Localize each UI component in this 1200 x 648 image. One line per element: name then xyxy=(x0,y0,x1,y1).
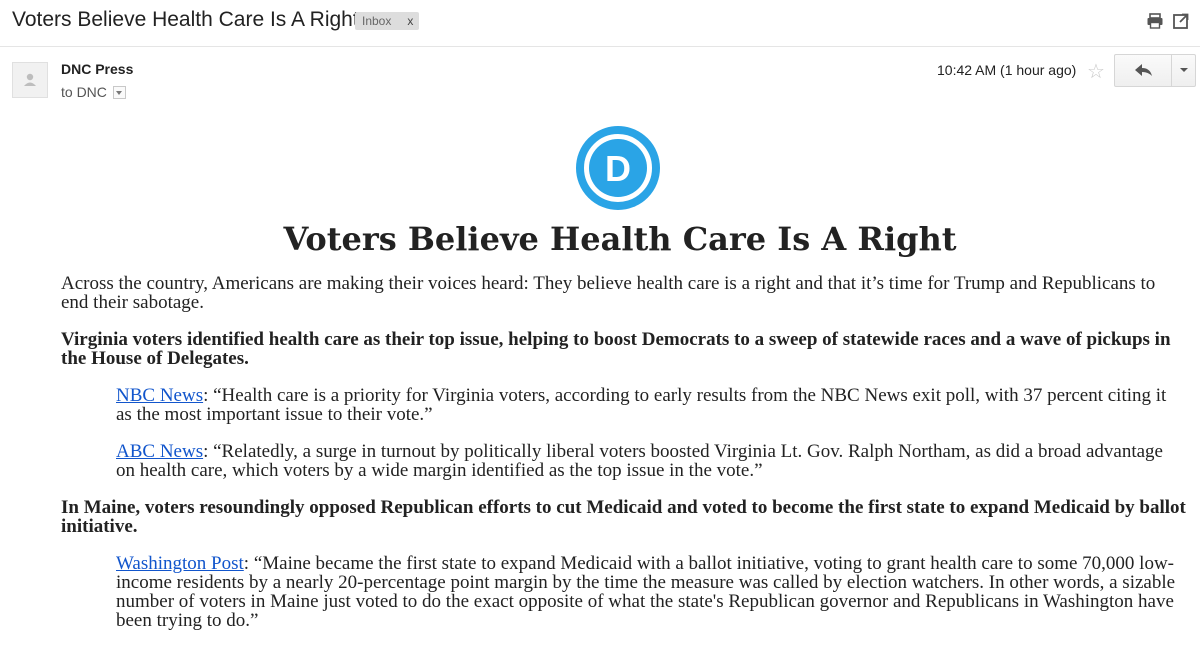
message-header: DNC Press to DNC 10:42 AM (1 hour ago) ☆ xyxy=(0,52,1200,112)
recipient-text: to DNC xyxy=(61,84,107,100)
quote-text: : “Relatedly, a surge in turnout by poli… xyxy=(116,441,1163,481)
print-icon[interactable] xyxy=(1146,12,1164,30)
label-text: Inbox xyxy=(362,14,392,28)
more-actions-button[interactable] xyxy=(1171,55,1196,86)
subject-bar: Voters Believe Health Care Is A Right In… xyxy=(0,0,1200,47)
sender-avatar[interactable] xyxy=(12,62,48,98)
remove-label-button[interactable]: x xyxy=(407,14,413,28)
reply-button-group xyxy=(1114,54,1196,87)
source-link-washington-post[interactable]: Washington Post xyxy=(116,553,244,574)
email-subject: Voters Believe Health Care Is A Right xyxy=(12,8,359,31)
body-headline: Voters Believe Health Care Is A Right xyxy=(283,220,957,258)
quote-washington-post: Washington Post: “Maine became the first… xyxy=(116,554,1186,630)
dnc-logo: D xyxy=(576,126,660,210)
star-icon[interactable]: ☆ xyxy=(1087,59,1105,84)
sender-name[interactable]: DNC Press xyxy=(61,61,133,77)
recipient-line: to DNC xyxy=(61,84,126,100)
inbox-label-chip[interactable]: Inbox x xyxy=(355,12,420,30)
intro-paragraph: Across the country, Americans are making… xyxy=(61,273,1156,313)
logo-letter: D xyxy=(605,148,631,189)
section-heading-maine: In Maine, voters resoundingly opposed Re… xyxy=(61,497,1186,537)
quote-nbc: NBC News: “Health care is a priority for… xyxy=(116,386,1186,424)
section-heading-virginia: Virginia voters identified health care a… xyxy=(61,329,1171,369)
source-link-nbc[interactable]: NBC News xyxy=(116,385,203,406)
email-body: Across the country, Americans are making… xyxy=(61,274,1186,648)
reply-button[interactable] xyxy=(1115,55,1171,86)
quote-text: : “Health care is a priority for Virgini… xyxy=(116,385,1167,425)
message-timestamp: 10:42 AM (1 hour ago) xyxy=(937,62,1077,78)
quote-abc: ABC News: “Relatedly, a surge in turnout… xyxy=(116,442,1186,480)
reply-icon xyxy=(1135,64,1152,76)
quote-text: : “Maine became the first state to expan… xyxy=(116,553,1176,631)
new-window-icon[interactable] xyxy=(1172,12,1190,30)
show-details-dropdown[interactable] xyxy=(112,85,126,99)
source-link-abc[interactable]: ABC News xyxy=(116,441,203,462)
person-icon xyxy=(24,73,36,86)
